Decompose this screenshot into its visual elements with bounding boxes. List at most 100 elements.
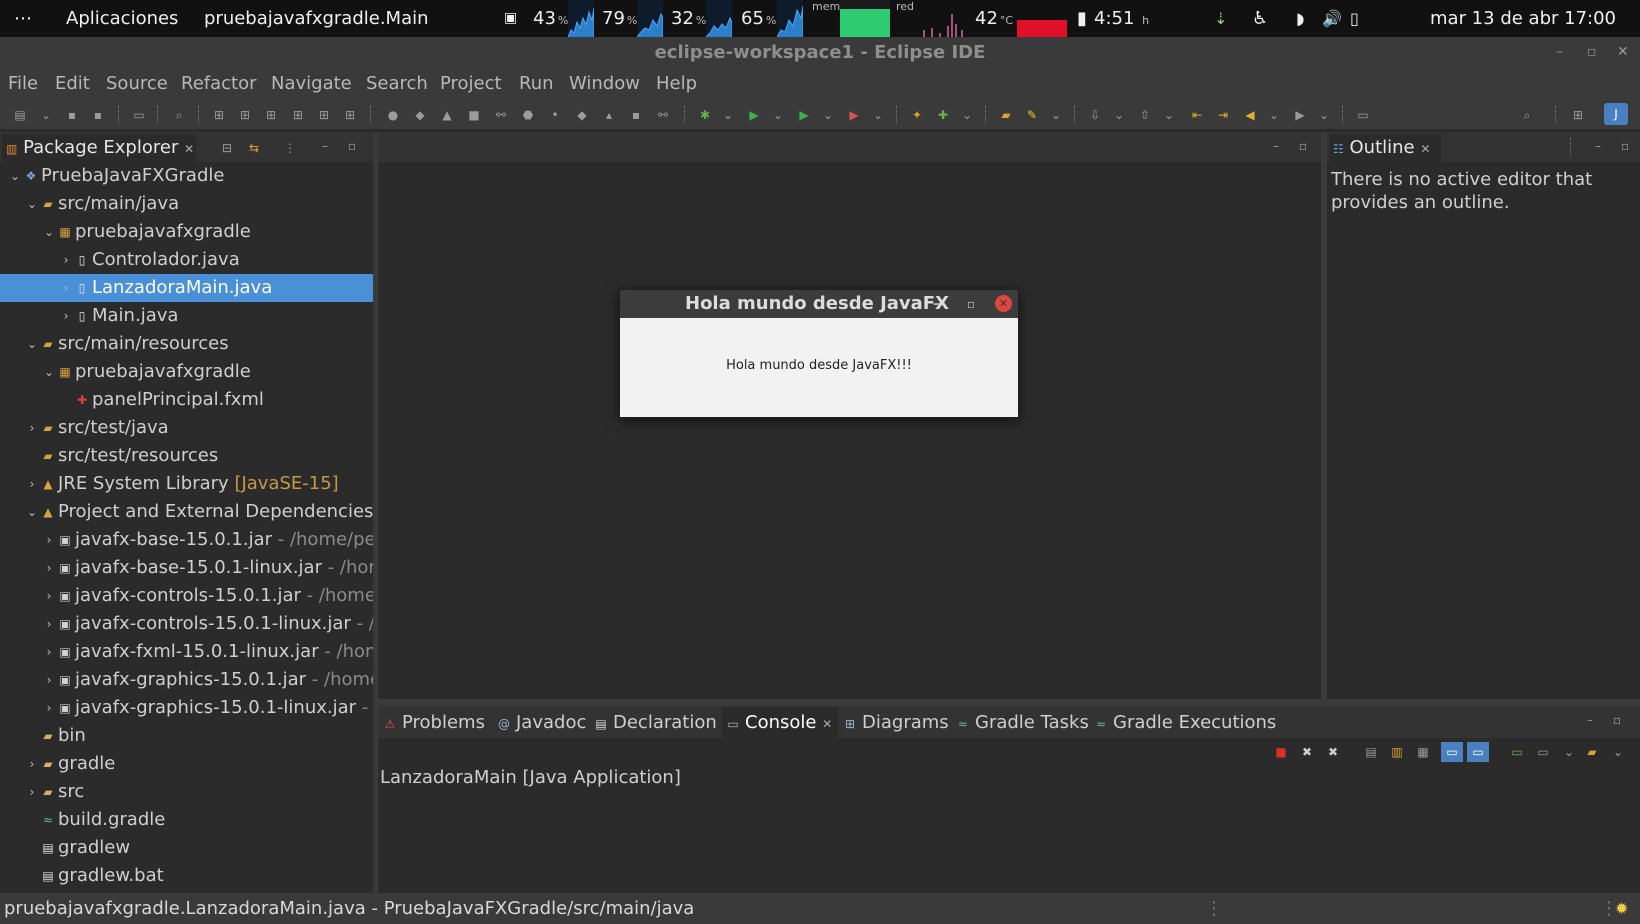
net-graph[interactable]	[918, 0, 968, 37]
tree-item[interactable]: › ▯ Controlador.java	[0, 246, 373, 274]
dropdown-icon[interactable]: ⌄	[1561, 744, 1577, 760]
accessibility-icon[interactable]: ♿	[1252, 0, 1268, 37]
close-tab-icon[interactable]: ✕	[1420, 142, 1430, 156]
remove-launch-icon[interactable]: ✖	[1299, 744, 1315, 760]
dialog-titlebar[interactable]: Hola mundo desde JavaFX – ▫ ✕	[620, 290, 1018, 318]
tab-javadoc[interactable]: @ Javadoc	[496, 709, 586, 737]
tree-item[interactable]: ▰ bin	[0, 722, 373, 750]
battery-time[interactable]: 4:51 h	[1094, 0, 1149, 37]
shape-icon[interactable]: ▲	[439, 107, 455, 123]
chevron-right-icon[interactable]: ›	[42, 694, 56, 722]
hierarchy-icon[interactable]: ⊞	[263, 107, 279, 123]
dialog-minimize-icon[interactable]: –	[933, 290, 940, 318]
tree-item[interactable]: ✚ panelPrincipal.fxml	[0, 386, 373, 414]
tree-item[interactable]: ▰ src/test/resources	[0, 442, 373, 470]
tree-item[interactable]: ›▣ javafx-controls-15.0.1-linux.jar - /h	[0, 610, 373, 638]
hierarchy-icon[interactable]: ⊞	[342, 107, 358, 123]
dropdown-icon[interactable]: ⌄	[959, 107, 975, 123]
tree-item[interactable]: ⌄ ▲ Project and External Dependencies	[0, 498, 373, 526]
shape-icon[interactable]: ◆	[574, 107, 590, 123]
hierarchy-icon[interactable]: ⊞	[316, 107, 332, 123]
dropdown-icon[interactable]: ⌄	[1266, 107, 1282, 123]
tip-lightbulb-icon[interactable]: ✹	[1615, 893, 1628, 924]
collapse-all-icon[interactable]: ⊟	[219, 140, 235, 156]
open-task-icon[interactable]: ✎	[1024, 107, 1040, 123]
display-console-icon[interactable]: ▭	[1535, 744, 1551, 760]
tree-item[interactable]: › ▯ Main.java	[0, 302, 373, 330]
mem-usage-bar[interactable]	[840, 0, 890, 37]
open-console-icon[interactable]: ▰	[1584, 744, 1600, 760]
shape-icon[interactable]: ●	[385, 107, 401, 123]
hierarchy-icon[interactable]: ⊞	[290, 107, 306, 123]
tree-item[interactable]: ⌄ ▦ pruebajavafxgradle	[0, 358, 373, 386]
tree-item[interactable]: ›▣ javafx-fxml-15.0.1-linux.jar - /home	[0, 638, 373, 666]
chevron-down-icon[interactable]: ⌄	[25, 498, 39, 526]
dropdown-icon[interactable]: ⌄	[1316, 107, 1332, 123]
dropdown-icon[interactable]: ⌄	[1610, 744, 1626, 760]
tree-item[interactable]: › ▰ src/test/java	[0, 414, 373, 442]
close-tab-icon[interactable]: ✕	[184, 142, 194, 156]
chevron-right-icon[interactable]: ›	[25, 750, 39, 778]
tree-item[interactable]: ⌄ ▰ src/main/java	[0, 190, 373, 218]
chevron-right-icon[interactable]: ›	[42, 554, 56, 582]
tab-gradle-executions[interactable]: ≈ Gradle Executions	[1093, 709, 1276, 737]
window-titlebar[interactable]: eclipse-workspace1 - Eclipse IDE – ▫ ✕	[0, 37, 1640, 68]
wifi-icon[interactable]: ◗	[1296, 0, 1304, 37]
tab-console[interactable]: ▭ Console ✕	[725, 709, 832, 737]
menu-help[interactable]: Help	[656, 73, 697, 94]
dropdown-icon[interactable]: ⌄	[38, 107, 54, 123]
pin-console-icon[interactable]: ▭	[1509, 744, 1525, 760]
tab-outline[interactable]: ☷ Outline ✕	[1329, 134, 1441, 162]
tab-gradle-tasks[interactable]: ≈ Gradle Tasks	[955, 709, 1089, 737]
memory-indicator[interactable]: 79%	[602, 0, 637, 37]
minimize-editor-icon[interactable]: –	[1268, 138, 1284, 154]
chevron-right-icon[interactable]: ›	[42, 666, 56, 694]
cpu-indicator[interactable]: 43%	[533, 0, 568, 37]
dropdown-icon[interactable]: ⌄	[1111, 107, 1127, 123]
menu-navigate[interactable]: Navigate	[271, 73, 352, 94]
dropdown-icon[interactable]: ⌄	[770, 107, 786, 123]
hierarchy-icon[interactable]: ⊞	[237, 107, 253, 123]
focused-app-title[interactable]: pruebajavafxgradle.Main	[204, 0, 429, 37]
terminate-icon[interactable]: ■	[1273, 744, 1289, 760]
dropdown-icon[interactable]: ⌄	[720, 107, 736, 123]
chevron-right-icon[interactable]: ›	[42, 638, 56, 666]
minimize-view-icon[interactable]: –	[317, 138, 333, 154]
save-icon[interactable]: ▪	[64, 107, 80, 123]
previous-annotation-icon[interactable]: ⇧	[1137, 107, 1153, 123]
menu-project[interactable]: Project	[440, 73, 502, 94]
tree-item[interactable]: ▤ gradlew.bat	[0, 862, 373, 890]
tree-item[interactable]: ▤ gradlew	[0, 834, 373, 862]
open-perspective-icon[interactable]: ⊞	[1570, 107, 1586, 123]
chevron-right-icon[interactable]: ›	[59, 302, 73, 330]
shape-icon[interactable]: ◆	[412, 107, 428, 123]
tree-item[interactable]: › ▰ gradle	[0, 750, 373, 778]
tree-item[interactable]: ›▣ javafx-graphics-15.0.1-linux.jar - /h	[0, 694, 373, 722]
tab-diagrams[interactable]: ⊞ Diagrams	[842, 709, 949, 737]
tree-item[interactable]: ⌄ ▦ pruebajavafxgradle	[0, 218, 373, 246]
word-wrap-icon[interactable]: ▦	[1415, 744, 1431, 760]
minimize-view-icon[interactable]: –	[1582, 712, 1598, 728]
chevron-down-icon[interactable]: ⌄	[8, 162, 22, 190]
tree-item[interactable]: ⌄ ❖ PruebaJavaFXGradle	[0, 162, 373, 190]
applications-menu[interactable]: Aplicaciones	[66, 0, 178, 37]
shape-icon[interactable]: ▪	[628, 107, 644, 123]
show-stderr-icon[interactable]: ▭	[1467, 742, 1489, 762]
terminal-icon[interactable]: ▭	[131, 107, 147, 123]
shape-icon[interactable]: ⚯	[655, 107, 671, 123]
activities-dots-icon[interactable]: ⋯	[14, 0, 32, 37]
menu-edit[interactable]: Edit	[55, 73, 90, 94]
link-with-editor-icon[interactable]: ⇆	[246, 140, 262, 156]
view-menu-icon[interactable]: ⋮	[282, 140, 298, 156]
tab-declaration[interactable]: ▤ Declaration	[593, 709, 716, 737]
maximize-view-icon[interactable]: ▫	[1617, 138, 1633, 154]
save-all-icon[interactable]: ▪	[90, 107, 106, 123]
pin-editor-icon[interactable]: ▭	[1355, 107, 1371, 123]
clear-console-icon[interactable]: ▤	[1363, 744, 1379, 760]
shape-icon[interactable]: •	[547, 107, 563, 123]
shape-icon[interactable]: ⚯	[493, 107, 509, 123]
tree-item[interactable]: ›▣ javafx-base-15.0.1-linux.jar - /hom	[0, 554, 373, 582]
menu-file[interactable]: File	[8, 73, 38, 94]
tree-item[interactable]: ≈ build.gradle	[0, 806, 373, 834]
shape-icon[interactable]: ■	[466, 107, 482, 123]
